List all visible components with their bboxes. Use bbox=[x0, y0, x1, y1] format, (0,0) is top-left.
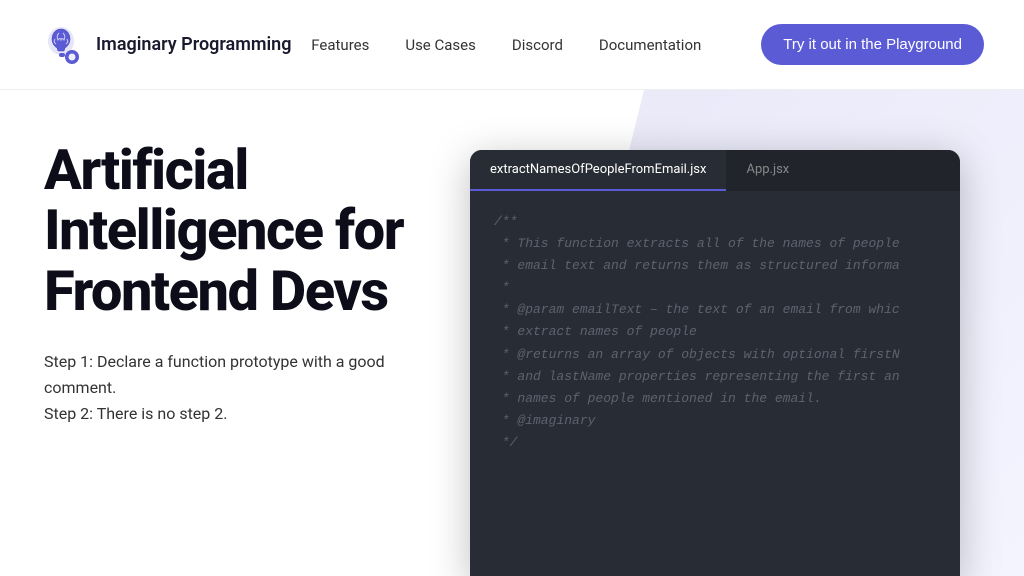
code-line-4: * bbox=[486, 277, 960, 299]
code-body: /** * This function extracts all of the … bbox=[470, 191, 960, 474]
nav-use-cases[interactable]: Use Cases bbox=[405, 36, 476, 54]
code-line-8: * and lastName properties representing t… bbox=[486, 366, 960, 388]
code-tabs: extractNamesOfPeopleFromEmail.jsx App.js… bbox=[470, 150, 960, 191]
code-line-11: */ bbox=[486, 432, 960, 454]
nav-documentation[interactable]: Documentation bbox=[599, 36, 701, 54]
hero-visual: extractNamesOfPeopleFromEmail.jsx App.js… bbox=[500, 90, 1024, 576]
hero-step2: Step 2: There is no step 2. bbox=[44, 401, 460, 427]
code-line-1: /** bbox=[486, 211, 960, 233]
tab-app[interactable]: App.jsx bbox=[726, 150, 809, 191]
code-line-9: * names of people mentioned in the email… bbox=[486, 388, 960, 410]
tab-extract[interactable]: extractNamesOfPeopleFromEmail.jsx bbox=[470, 150, 726, 191]
code-line-10: * @imaginary bbox=[486, 410, 960, 432]
brand: Imaginary Programming bbox=[40, 23, 291, 67]
nav-features[interactable]: Features bbox=[311, 36, 369, 54]
nav-links: Features Use Cases Discord Documentation… bbox=[311, 24, 984, 65]
hero-section: Artificial Intelligence for Frontend Dev… bbox=[0, 90, 1024, 576]
code-line-5: * @param emailText – the text of an emai… bbox=[486, 299, 960, 321]
brand-name: Imaginary Programming bbox=[96, 34, 291, 55]
hero-steps: Step 1: Declare a function prototype wit… bbox=[44, 349, 460, 426]
code-line-3: * email text and returns them as structu… bbox=[486, 255, 960, 277]
code-line-6: * extract names of people bbox=[486, 321, 960, 343]
brand-icon bbox=[40, 23, 84, 67]
navbar: Imaginary Programming Features Use Cases… bbox=[0, 0, 1024, 90]
code-panel: extractNamesOfPeopleFromEmail.jsx App.js… bbox=[470, 150, 960, 576]
code-line-2: * This function extracts all of the name… bbox=[486, 233, 960, 255]
code-line-7: * @returns an array of objects with opti… bbox=[486, 344, 960, 366]
hero-content: Artificial Intelligence for Frontend Dev… bbox=[0, 90, 500, 576]
hero-step1: Step 1: Declare a function prototype wit… bbox=[44, 349, 460, 400]
nav-discord[interactable]: Discord bbox=[512, 36, 563, 54]
hero-title: Artificial Intelligence for Frontend Dev… bbox=[44, 140, 460, 321]
cta-button[interactable]: Try it out in the Playground bbox=[761, 24, 984, 65]
